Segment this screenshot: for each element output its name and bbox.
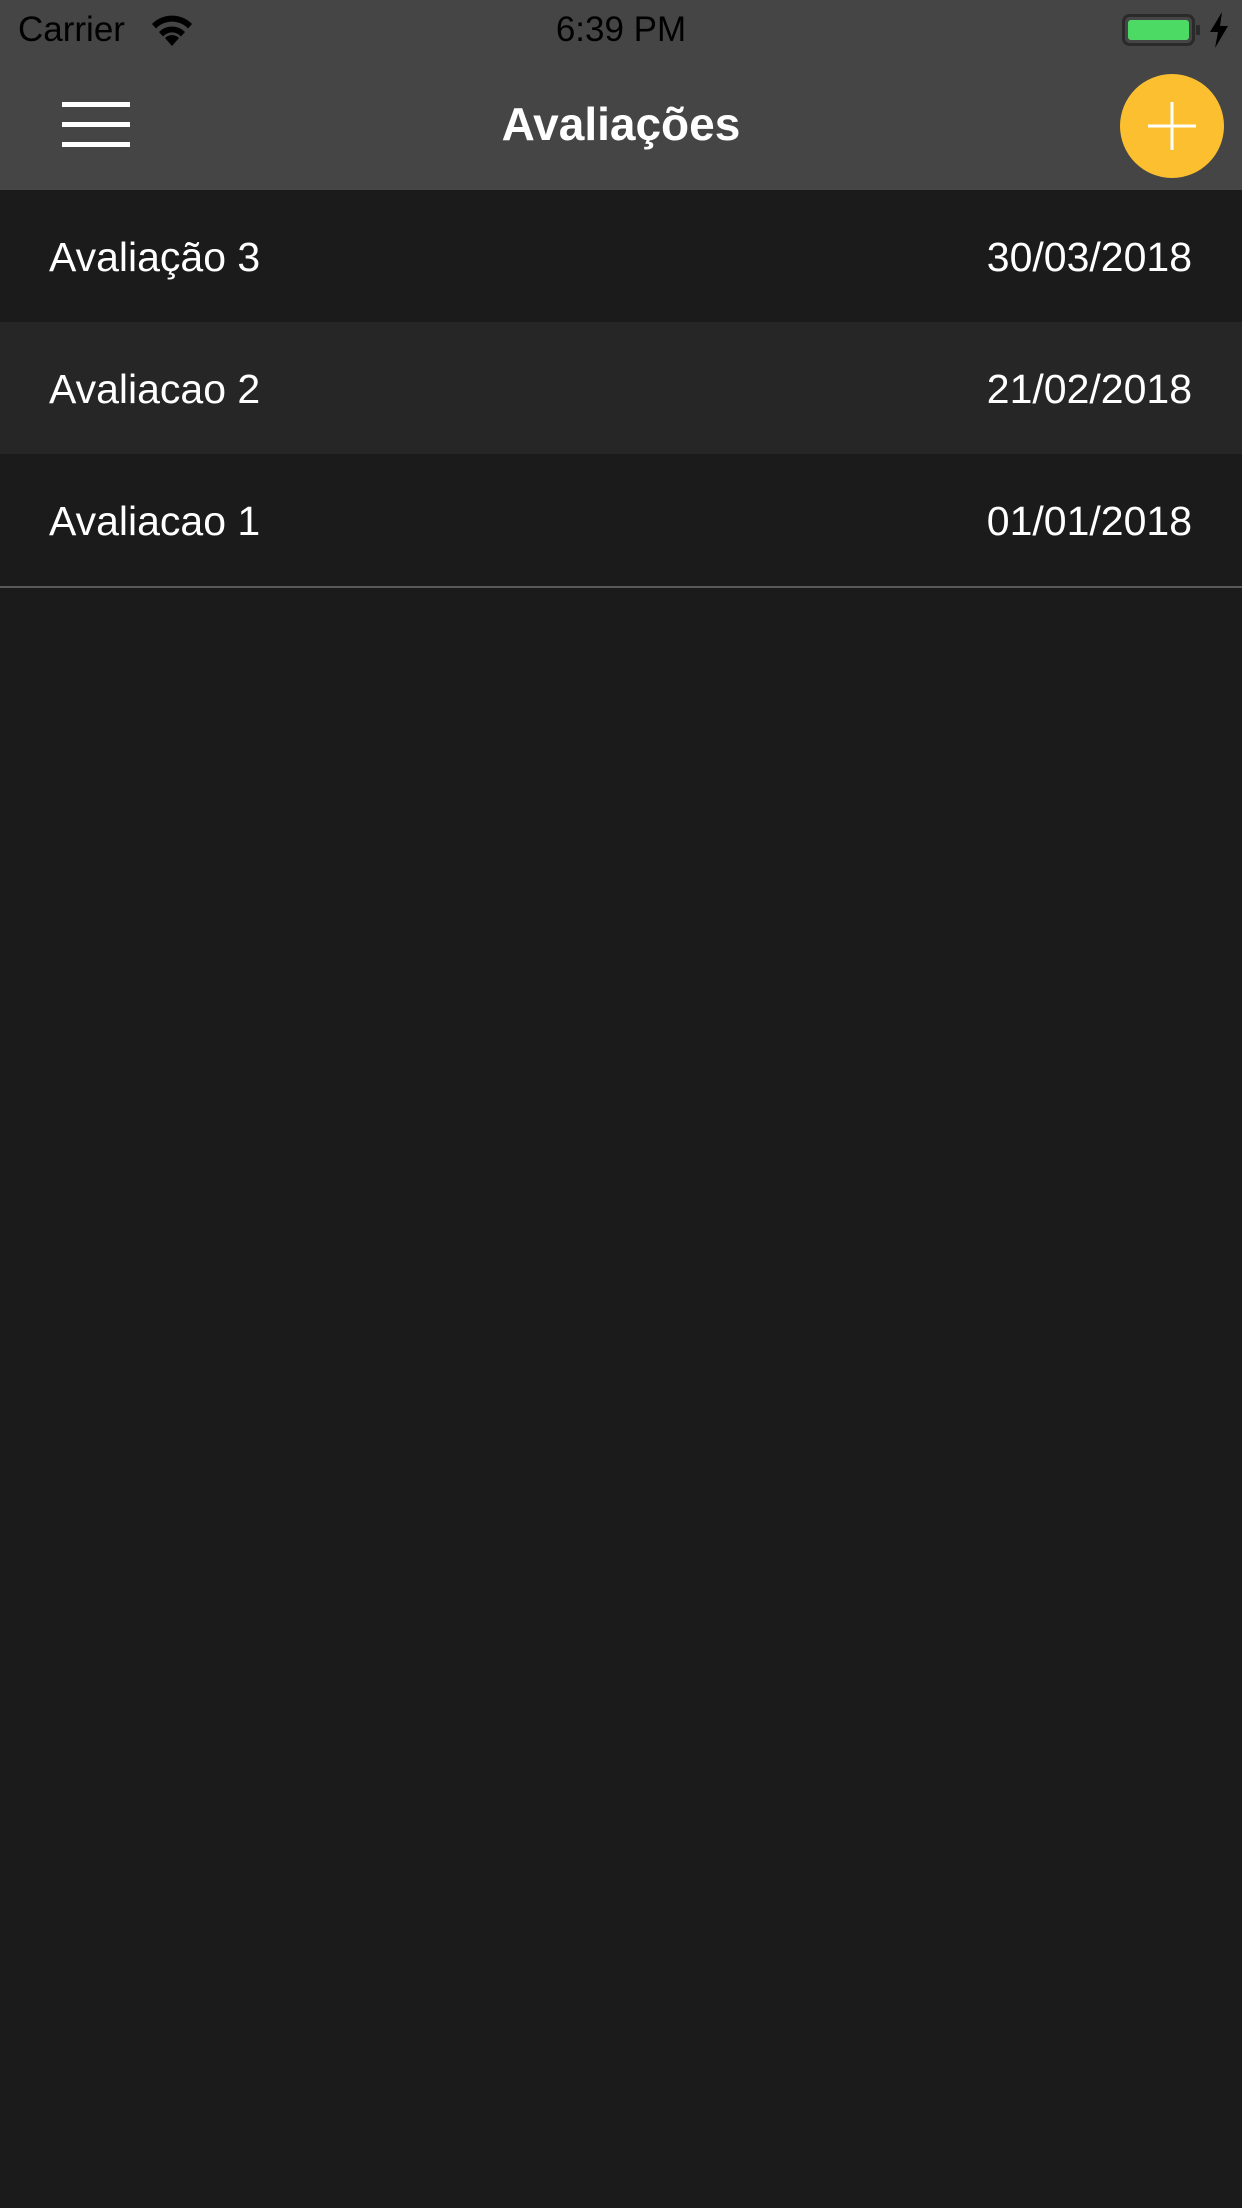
list-item[interactable]: Avaliacao 2 21/02/2018	[0, 322, 1242, 454]
status-time: 6:39 PM	[555, 10, 687, 49]
evaluation-date: 01/01/2018	[986, 498, 1192, 544]
battery-icon	[1122, 14, 1202, 46]
evaluation-name: Avaliacao 2	[49, 366, 261, 412]
add-evaluation-button[interactable]	[1120, 74, 1224, 178]
evaluation-date: 30/03/2018	[986, 234, 1192, 280]
charging-bolt-icon	[1208, 12, 1230, 48]
plus-icon	[1148, 102, 1196, 150]
list-divider	[0, 586, 1242, 588]
evaluation-date: 21/02/2018	[986, 366, 1192, 412]
evaluation-name: Avaliacao 1	[49, 498, 261, 544]
list-item[interactable]: Avaliacao 1 01/01/2018	[0, 454, 1242, 586]
evaluation-name: Avaliação 3	[49, 234, 261, 280]
navigation-bar: Avaliações	[0, 60, 1242, 190]
status-bar: Carrier 6:39 PM	[0, 0, 1242, 60]
evaluation-list: Avaliação 3 30/03/2018 Avaliacao 2 21/02…	[0, 190, 1242, 588]
list-item[interactable]: Avaliação 3 30/03/2018	[0, 190, 1242, 322]
page-title: Avaliações	[501, 98, 741, 150]
